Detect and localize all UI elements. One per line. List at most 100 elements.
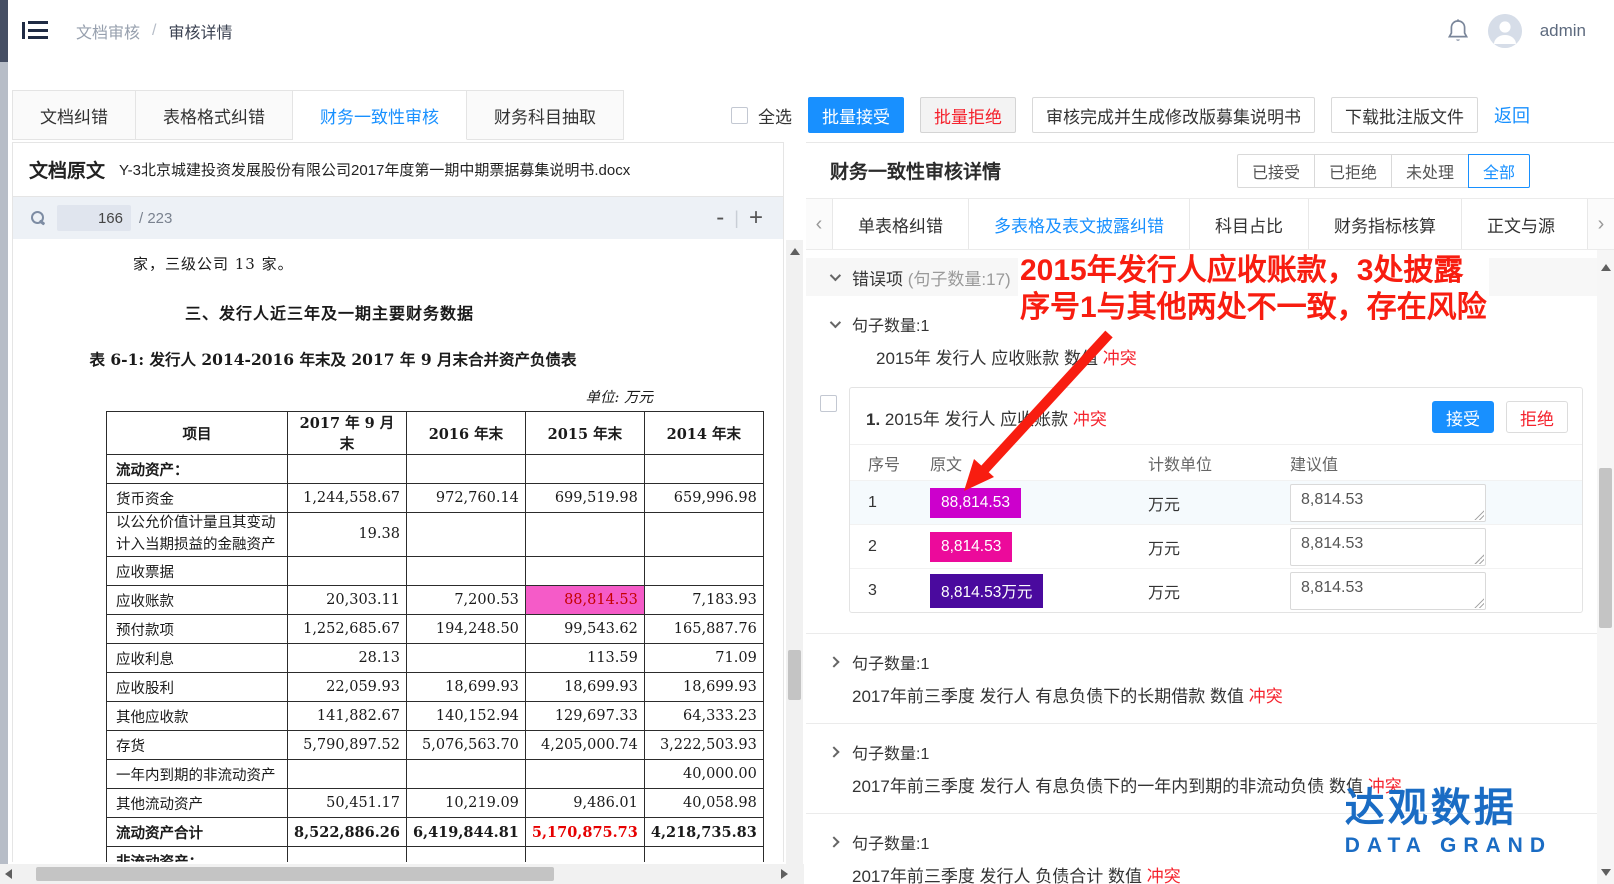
conflict-table-header: 序号 原文 计数单位 建议值 — [850, 444, 1582, 480]
suggestion-input[interactable]: 8,814.53 — [1290, 484, 1486, 522]
notification-bell-icon[interactable] — [1446, 18, 1470, 44]
download-annotated-button[interactable]: 下载批注版文件 — [1331, 97, 1478, 133]
select-all-checkbox[interactable] — [731, 107, 748, 124]
document-filename: Y-3北京城建投资发展股份有限公司2017年度第一期中期票据募集说明书.docx — [119, 159, 630, 180]
scroll-down-arrow[interactable] — [1601, 869, 1611, 876]
scroll-right-arrow[interactable] — [781, 869, 788, 879]
conflict-table: 序号 原文 计数单位 建议值 188,814.53万元8,814.5328,81… — [850, 444, 1582, 612]
batch-accept-button[interactable]: 批量接受 — [808, 97, 904, 133]
document-panel: 文档原文 Y-3北京城建投资发展股份有限公司2017年度第一期中期票据募集说明书… — [12, 142, 784, 862]
horizontal-scroll-thumb[interactable] — [36, 867, 554, 881]
table-row: 预付款项1,252,685.67194,248.5099,543.62165,8… — [107, 615, 764, 644]
review-tab[interactable]: 财务指标核算 — [1308, 199, 1461, 249]
chevron-right-icon[interactable] — [828, 746, 839, 757]
status-filter-button[interactable]: 已拒绝 — [1314, 154, 1392, 188]
table-row: 流动资产： — [107, 455, 764, 484]
function-tab[interactable]: 财务一致性审核 — [293, 90, 467, 140]
review-tab[interactable]: 科目占比 — [1189, 199, 1308, 249]
table-row: 其他流动资产50,451.1710,219.099,486.0140,058.9… — [107, 789, 764, 818]
document-preview[interactable]: 家，三级公司 13 家。 三、发行人近三年及一期主要财务数据 表 6-1: 发行… — [13, 239, 783, 862]
highlighted-original-value[interactable]: 8,814.53 — [930, 532, 1012, 562]
document-page-controls: / 223 - | + — [13, 197, 783, 239]
chevron-right-icon[interactable] — [828, 836, 839, 847]
conflict-card-title: 1. 2015年 发行人 应收账款 冲突 — [866, 405, 1107, 430]
table-row: 以公允价值计量且其变动计入当期损益的金融资产19.38 — [107, 513, 764, 557]
user-avatar[interactable] — [1488, 14, 1522, 48]
review-tab[interactable]: 单表格纠错 — [832, 199, 968, 249]
app-root: 文档审核 / 审核详情 admin 文档纠错表 — [0, 0, 1614, 884]
table-row: 应收票据 — [107, 557, 764, 586]
breadcrumb-review-detail: 审核详情 — [168, 19, 232, 43]
highlighted-original-value[interactable]: 88,814.53 — [930, 488, 1021, 518]
page-total: / 223 — [139, 210, 172, 227]
table-row: 一年内到期的非流动资产40,000.00 — [107, 760, 764, 789]
document-horizontal-scrollbar[interactable] — [0, 864, 804, 884]
review-scroll-thumb[interactable] — [1599, 468, 1612, 628]
function-tab[interactable]: 财务科目抽取 — [467, 90, 624, 140]
table-row: 存货5,790,897.525,076,563.704,205,000.743,… — [107, 731, 764, 760]
review-tab[interactable]: 多表格及表文披露纠错 — [968, 199, 1189, 249]
toolbar: 文档纠错表格格式纠错财务一致性审核财务科目抽取 全选 批量接受 批量拒绝 审核完… — [12, 90, 1614, 140]
status-filter-button[interactable]: 未处理 — [1391, 154, 1469, 188]
error-group-label: 错误项 (句子数量:17) — [852, 265, 1011, 290]
breadcrumb-doc-review[interactable]: 文档审核 — [76, 19, 140, 43]
page-number-input[interactable] — [57, 205, 131, 231]
document-vertical-scrollbar[interactable] — [786, 240, 803, 884]
table-row: 应收账款20,303.117,200.5388,814.537,183.93 — [107, 586, 764, 615]
scroll-left-arrow[interactable] — [5, 869, 12, 879]
balance-sheet-header-row: 项目2017 年 9 月末2016 年末2015 年末2014 年末 — [107, 412, 764, 455]
search-icon[interactable] — [29, 210, 45, 226]
function-tab[interactable]: 表格格式纠错 — [136, 90, 293, 140]
zoom-out-button[interactable]: - — [716, 208, 724, 228]
review-tab-bar: ‹ 单表格纠错多表格及表文披露纠错科目占比财务指标核算正文与源 › — [806, 198, 1614, 250]
review-tab[interactable]: 正文与源 — [1461, 199, 1588, 249]
finish-generate-button[interactable]: 审核完成并生成修改版募集说明书 — [1032, 97, 1315, 133]
status-filter-button[interactable]: 已接受 — [1237, 154, 1315, 188]
batch-reject-button[interactable]: 批量拒绝 — [920, 97, 1016, 133]
breadcrumb: 文档审核 / 审核详情 — [76, 19, 232, 43]
scroll-up-arrow[interactable] — [790, 248, 800, 255]
scroll-up-arrow[interactable] — [1601, 264, 1611, 271]
collapsed-error-item[interactable]: 句子数量:12017年前三季度 发行人 有息负债下的长期借款 数值 冲突 — [806, 634, 1597, 724]
conflict-card-row: 1. 2015年 发行人 应收账款 冲突 接受 拒绝 序号 原文 — [820, 387, 1583, 613]
watermark-en: DATA GRAND — [1345, 834, 1552, 858]
document-scroll-thumb[interactable] — [788, 650, 801, 700]
watermark-cn: 达观数据 — [1345, 786, 1552, 830]
username[interactable]: admin — [1540, 21, 1586, 41]
review-vertical-scrollbar[interactable] — [1597, 250, 1614, 884]
highlighted-original-value[interactable]: 8,814.53万元 — [930, 574, 1043, 608]
table-row: 其他应收款141,882.67140,152.94129,697.3364,33… — [107, 702, 764, 731]
conflict-row: 188,814.53万元8,814.53 — [850, 480, 1582, 524]
datagrand-watermark: 达观数据 DATA GRAND — [1345, 786, 1552, 858]
conflict-checkbox[interactable] — [820, 395, 837, 412]
suggestion-input[interactable]: 8,814.53 — [1290, 572, 1486, 610]
chevron-right-icon[interactable] — [828, 656, 839, 667]
status-filter-button[interactable]: 全部 — [1468, 154, 1530, 188]
review-panel-header: 财务一致性审核详情 已接受已拒绝未处理全部 — [806, 142, 1614, 198]
chevron-down-icon[interactable] — [830, 270, 841, 281]
doc-section-heading: 三、发行人近三年及一期主要财务数据 — [185, 300, 783, 324]
tab-scroll-left-icon[interactable]: ‹ — [806, 199, 832, 249]
doc-table-title: 表 6-1: 发行人 2014-2016 年末及 2017 年 9 月末合并资产… — [13, 348, 653, 370]
collapsed-sidebar[interactable] — [0, 0, 8, 884]
suggestion-input[interactable]: 8,814.53 — [1290, 528, 1486, 566]
sentence-count: 句子数量:1 — [852, 312, 929, 336]
accept-button[interactable]: 接受 — [1432, 401, 1494, 433]
doc-unit-note: 单位: 万元 — [13, 386, 653, 407]
menu-toggle-icon[interactable] — [22, 21, 48, 41]
breadcrumb-separator: / — [152, 22, 156, 40]
select-all-label[interactable]: 全选 — [758, 103, 792, 128]
balance-sheet-table: 项目2017 年 9 月末2016 年末2015 年末2014 年末 流动资产：… — [106, 411, 764, 862]
function-tab[interactable]: 文档纠错 — [12, 90, 136, 140]
document-panel-header: 文档原文 Y-3北京城建投资发展股份有限公司2017年度第一期中期票据募集说明书… — [13, 143, 783, 197]
review-panel: 财务一致性审核详情 已接受已拒绝未处理全部 ‹ 单表格纠错多表格及表文披露纠错科… — [806, 142, 1614, 884]
reject-button[interactable]: 拒绝 — [1506, 401, 1568, 433]
error-sentence: 2015年 发行人 应收账款 数值 冲突 — [876, 344, 1597, 369]
back-link[interactable]: 返回 — [1494, 102, 1530, 128]
chevron-down-icon[interactable] — [830, 317, 841, 328]
table-row: 应收利息28.13113.5971.09 — [107, 644, 764, 673]
zoom-in-button[interactable]: + — [749, 208, 763, 228]
review-panel-title: 财务一致性审核详情 — [830, 157, 1001, 184]
tab-scroll-right-icon[interactable]: › — [1588, 199, 1614, 249]
conflict-row: 38,814.53万元万元8,814.53 — [850, 568, 1582, 612]
